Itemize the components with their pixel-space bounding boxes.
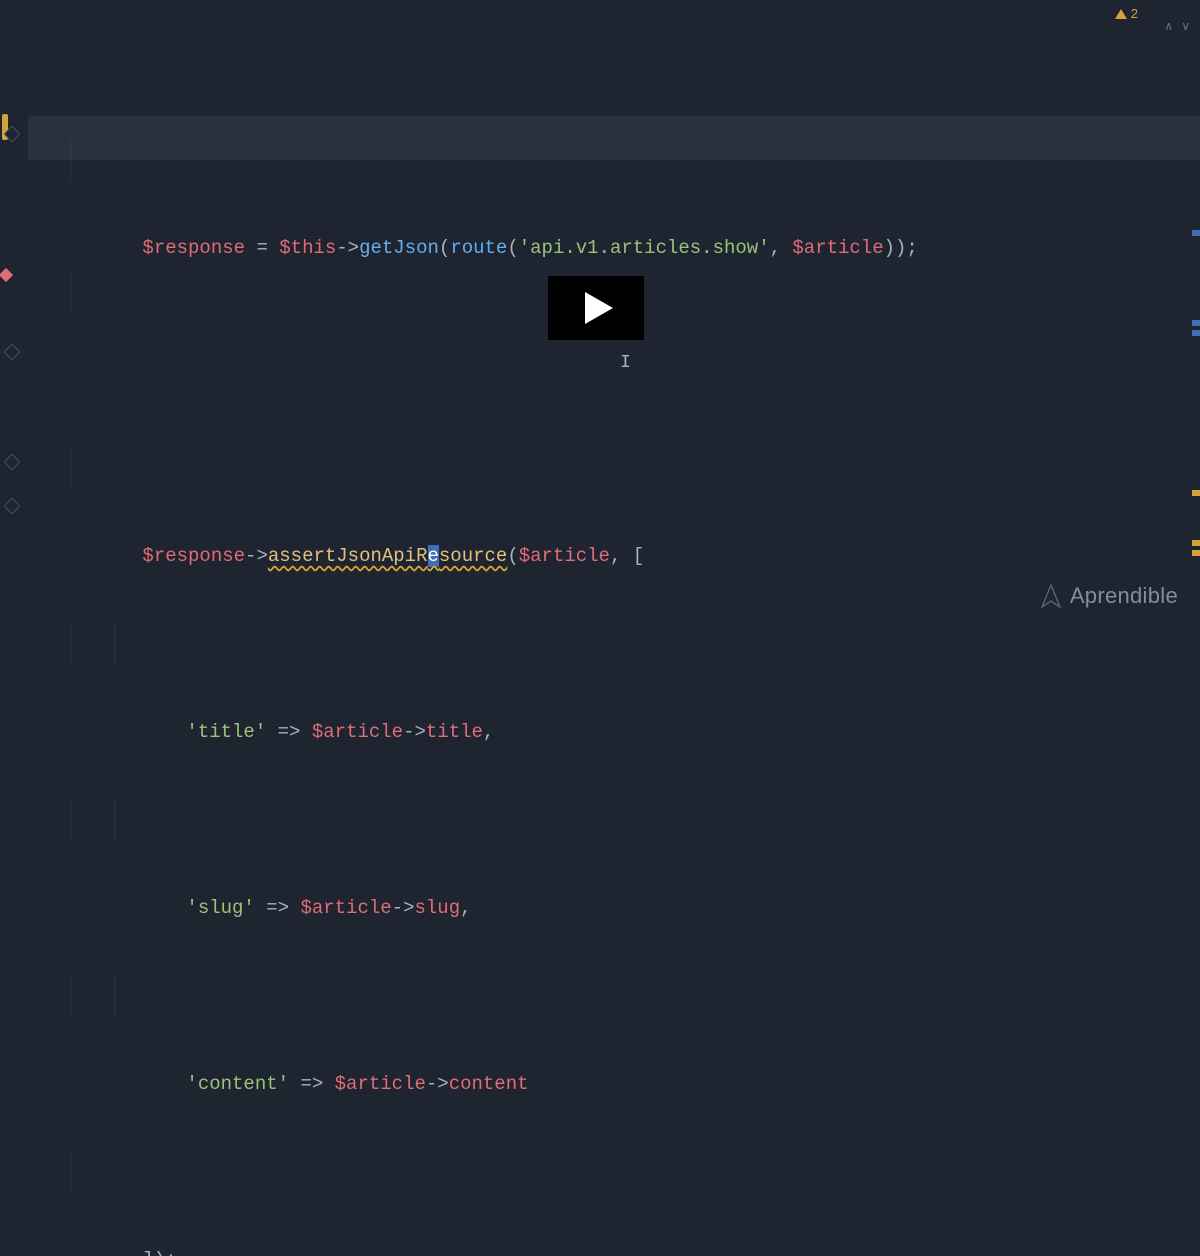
scrollbar-marker	[1192, 320, 1200, 326]
inspection-nav[interactable]: ∧ ∨	[1164, 4, 1190, 48]
scrollbar-marker	[1192, 330, 1200, 336]
inspection-warning-badge[interactable]: 2	[1115, 6, 1138, 22]
code-line[interactable]: 'content' => $article->content	[30, 974, 1188, 1018]
code-line[interactable]: ]);	[30, 1150, 1188, 1194]
watermark: Aprendible	[1040, 574, 1178, 618]
chevron-up-icon[interactable]: ∧	[1164, 4, 1173, 48]
code-line[interactable]: $response = $this->getJson(route('api.v1…	[30, 138, 1188, 182]
code-editor[interactable]: $response = $this->getJson(route('api.v1…	[0, 0, 1200, 628]
play-icon	[585, 292, 613, 324]
fold-marker-icon[interactable]	[4, 344, 21, 361]
editor-gutter	[0, 0, 28, 628]
scrollbar-marker	[1192, 540, 1200, 546]
scrollbar-marker	[1192, 230, 1200, 236]
play-button[interactable]	[548, 276, 644, 340]
fold-marker-icon[interactable]	[4, 498, 21, 515]
chevron-down-icon[interactable]: ∨	[1181, 4, 1190, 48]
token-method-warning: assertJsonApiR	[268, 545, 428, 567]
code-line[interactable]: 'slug' => $article->slug,	[30, 798, 1188, 842]
scrollbar[interactable]	[1190, 20, 1200, 628]
code-line[interactable]: 'title' => $article->title,	[30, 622, 1188, 666]
code-line[interactable]: $response->assertJsonApiResource($articl…	[30, 446, 1188, 490]
watermark-text: Aprendible	[1070, 574, 1178, 618]
text-cursor-icon: I	[620, 354, 622, 376]
breakpoint-icon[interactable]	[0, 268, 13, 282]
scrollbar-marker	[1192, 550, 1200, 556]
logo-icon	[1040, 583, 1062, 609]
warning-count: 2	[1131, 6, 1138, 22]
scrollbar-marker	[1192, 490, 1200, 496]
fold-marker-icon[interactable]	[4, 454, 21, 471]
warning-icon	[1115, 9, 1127, 19]
token-variable: $response	[142, 237, 245, 259]
selection: e	[428, 545, 439, 567]
code-area[interactable]: $response = $this->getJson(route('api.v1…	[30, 6, 1188, 1256]
